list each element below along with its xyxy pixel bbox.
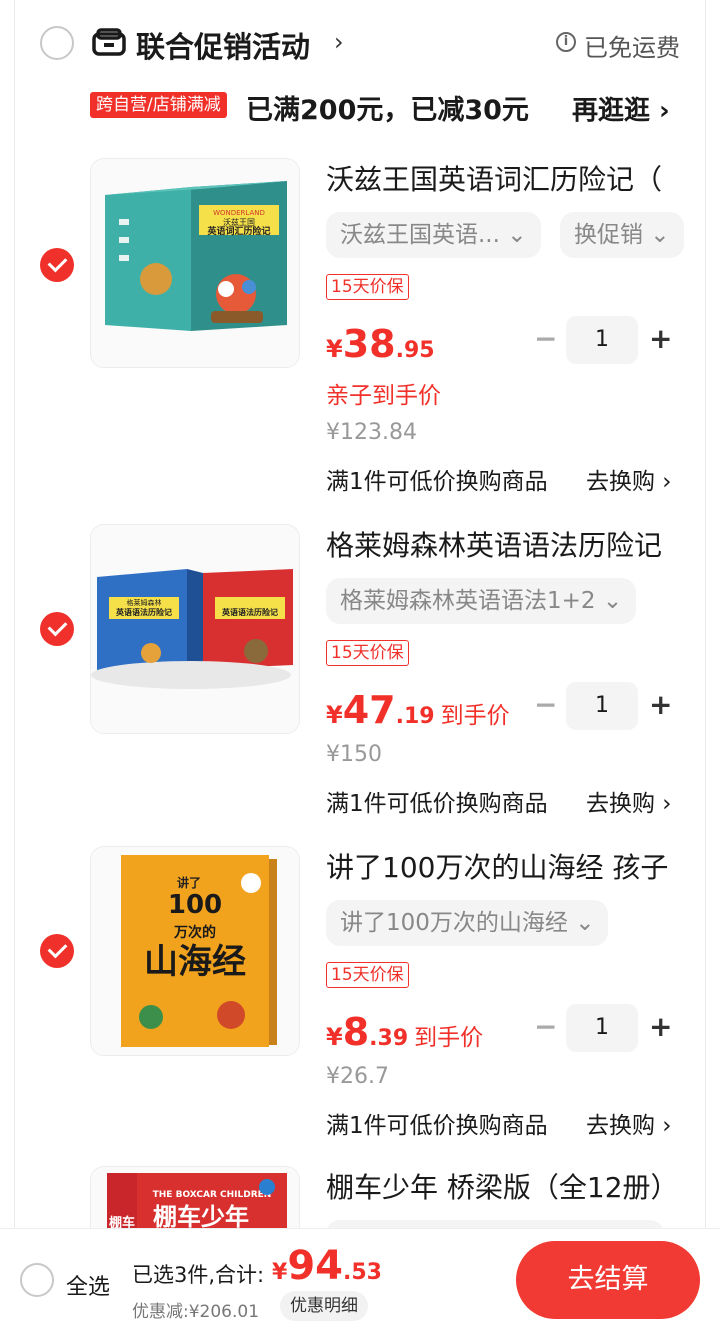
shipping-status: 已免运费	[584, 34, 680, 62]
product-thumbnail[interactable]: WONDERLAND 沃兹王国 英语词汇历险记	[90, 158, 300, 368]
product-title[interactable]: 棚车少年 桥梁版（全12册）	[326, 1166, 676, 1206]
item-checkbox[interactable]	[40, 248, 74, 282]
price-integer: 8	[342, 1010, 370, 1054]
cover-title-4: 山海经	[144, 942, 246, 982]
qty-increase-button[interactable]: +	[649, 688, 672, 721]
group-header: 联合促销活动 › i 已免运费	[0, 18, 720, 70]
total-decimal: .53	[342, 1260, 382, 1285]
item-price: ¥8.39 到手价	[326, 1010, 483, 1054]
price-protect-badge: 15天价保	[326, 274, 409, 300]
original-price: ¥26.7	[326, 1064, 389, 1089]
cover-title-2: 100	[168, 890, 222, 920]
product-thumbnail[interactable]: 讲了 100 万次的 山海经	[90, 846, 300, 1056]
selected-summary: 已选3件,合计:	[132, 1263, 265, 1287]
product-title[interactable]: 沃兹王国英语词汇历险记（	[326, 158, 676, 198]
right-divider	[705, 0, 706, 1330]
discount-detail-button[interactable]: 优惠明细	[280, 1291, 368, 1321]
promo-status: 已满200元，已减30元	[246, 95, 529, 126]
price-protect-badge: 15天价保	[326, 640, 409, 666]
left-divider	[14, 0, 15, 1330]
item-price: ¥47.19 到手价	[326, 688, 510, 732]
price-currency: ¥	[326, 335, 343, 363]
cover-title-1: 讲了	[177, 875, 201, 890]
product-title[interactable]: 格莱姆森林英语语法历险记	[326, 524, 676, 564]
chevron-right-icon[interactable]: ›	[334, 28, 344, 56]
item-checkbox[interactable]	[40, 612, 74, 646]
product-title[interactable]: 讲了100万次的山海经 孩子	[326, 846, 676, 886]
original-price: ¥150	[326, 742, 382, 767]
price-decimal: .95	[395, 338, 435, 363]
price-tag: 到手价	[440, 703, 510, 729]
exchange-link[interactable]: 去换购 ›	[586, 1106, 672, 1140]
sku-selector[interactable]: 讲了100万次的山海经 ⌄	[326, 900, 609, 946]
qty-increase-button[interactable]: +	[649, 1010, 672, 1043]
discount-summary: 优惠减:¥206.01	[132, 1302, 260, 1322]
item-price: ¥38.95	[326, 322, 435, 366]
book-cover-image: 讲了 100 万次的 山海经	[91, 847, 299, 1055]
total-integer: 94	[287, 1243, 343, 1289]
price-decimal: .39	[369, 1026, 409, 1051]
sku-selector[interactable]: 格莱姆森林英语语法1+2 ⌄	[326, 578, 637, 624]
promo-tag: 跨自营/店铺满减	[90, 92, 227, 118]
cover-title-1: THE BOXCAR CHILDREN	[153, 1190, 272, 1200]
price-tag: 到手价	[414, 1025, 484, 1051]
item-checkbox[interactable]	[40, 934, 74, 968]
select-all-radio[interactable]	[20, 1263, 54, 1297]
qty-decrease-button[interactable]: −	[534, 322, 557, 355]
promo-row: 跨自营/店铺满减 已满200元，已减30元 再逛逛 ›	[0, 88, 720, 128]
total-price: ¥94.53	[272, 1243, 382, 1289]
promo-selector[interactable]: 换促销 ⌄	[560, 212, 684, 258]
product-thumbnail[interactable]: 格莱姆森林 英语语法历险记 英语语法历险记	[90, 524, 300, 734]
cover-title-2: 棚车少年	[153, 1203, 249, 1231]
exchange-offer: 满1件可低价换购商品	[326, 1113, 548, 1139]
price-label: 亲子到手价	[326, 383, 441, 409]
price-currency: ¥	[326, 1023, 343, 1051]
qty-decrease-button[interactable]: −	[534, 688, 557, 721]
qty-decrease-button[interactable]: −	[534, 1010, 557, 1043]
price-integer: 38	[342, 322, 396, 366]
cover-title-2: 英语语法历险记	[115, 607, 172, 617]
book-cover-image: 格莱姆森林 英语语法历险记 英语语法历险记	[91, 525, 299, 733]
info-icon[interactable]: i	[556, 32, 576, 52]
store-icon	[92, 28, 126, 56]
browse-more-link[interactable]: 再逛逛 ›	[572, 90, 670, 127]
quantity-input[interactable]: 1	[566, 1004, 638, 1052]
exchange-link[interactable]: 去换购 ›	[586, 784, 672, 818]
price-protect-badge: 15天价保	[326, 962, 409, 988]
price-integer: 47	[342, 688, 396, 732]
cover-title-3: 万次的	[173, 924, 216, 941]
price-currency: ¥	[326, 701, 343, 729]
cover-brand: WONDERLAND	[213, 209, 265, 217]
total-currency: ¥	[272, 1260, 288, 1285]
group-title[interactable]: 联合促销活动	[136, 24, 310, 66]
exchange-link[interactable]: 去换购 ›	[586, 462, 672, 496]
exchange-offer: 满1件可低价换购商品	[326, 791, 548, 817]
cover-title-1: 沃兹王国	[223, 217, 255, 227]
exchange-offer: 满1件可低价换购商品	[326, 469, 548, 495]
group-select-radio[interactable]	[40, 26, 74, 60]
cover-title-2: 英语词汇历险记	[206, 225, 270, 237]
select-all-label[interactable]: 全选	[66, 1269, 110, 1301]
quantity-input[interactable]: 1	[566, 682, 638, 730]
cover-title-1: 格莱姆森林	[127, 598, 162, 607]
quantity-input[interactable]: 1	[566, 316, 638, 364]
original-price: ¥123.84	[326, 420, 417, 445]
cart-page: 联合促销活动 › i 已免运费 跨自营/店铺满减 已满200元，已减30元 再逛…	[0, 0, 720, 1330]
sku-selector[interactable]: 沃兹王国英语... ⌄	[326, 212, 541, 258]
cover-title-3: 英语语法历险记	[221, 607, 278, 617]
checkout-bar: 全选 已选3件,合计: ¥94.53 优惠减:¥206.01 优惠明细 去结算	[0, 1228, 720, 1330]
qty-increase-button[interactable]: +	[649, 322, 672, 355]
book-cover-image: WONDERLAND 沃兹王国 英语词汇历险记	[91, 159, 299, 367]
price-decimal: .19	[395, 704, 435, 729]
checkout-button[interactable]: 去结算	[516, 1241, 700, 1319]
